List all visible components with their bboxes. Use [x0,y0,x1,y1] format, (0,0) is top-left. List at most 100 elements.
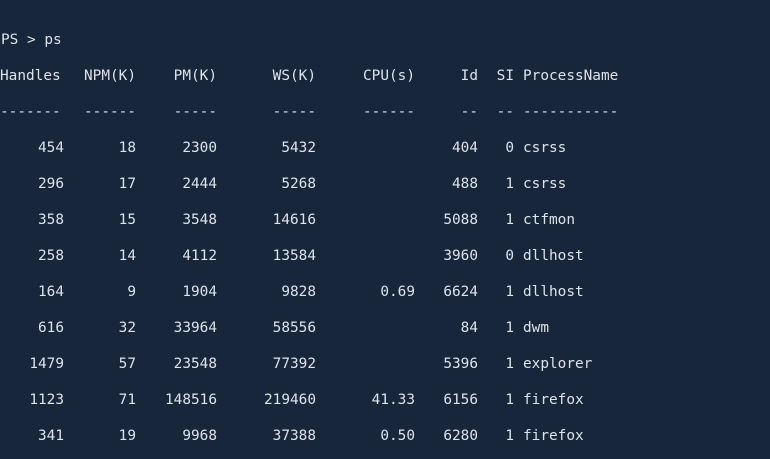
cell-pm: 23548 [173,356,217,372]
cell-id: 84 [460,320,478,336]
cell-id: 6280 [443,428,478,444]
separator: ------ [363,104,415,120]
cell-si: 1 [505,212,514,228]
cell-processname: dwm [523,320,549,336]
cell-ws: 37388 [272,428,316,444]
cell-ws: 77392 [272,356,316,372]
cell-cpu: 0.69 [380,284,415,300]
header-ws: WS(K) [272,68,316,84]
table-row: 616 32 33964 58556 84 1 dwm [0,318,770,338]
header-id: Id [460,68,478,84]
cell-pm: 1904 [182,284,217,300]
table-row: 454 18 2300 5432 404 0 csrss [0,138,770,158]
cell-npm: 32 [118,320,136,336]
table-row: 258 14 4112 13584 3960 0 dllhost [0,246,770,266]
cell-pm: 2444 [182,176,217,192]
header-npm: NPM(K) [84,68,136,84]
table-separator-row: ------- ------ ----- ----- ------ -- -- … [0,102,770,122]
cell-si: 1 [505,356,514,372]
cell-id: 6156 [443,392,478,408]
cell-si: 0 [505,248,514,264]
cell-processname: csrss [523,140,567,156]
cell-processname: dllhost [523,284,584,300]
cell-ws: 5268 [281,176,316,192]
table-row: 1479 57 23548 77392 5396 1 explorer [0,354,770,374]
separator: ----- [272,104,316,120]
cell-cpu [340,246,415,266]
header-si: SI [496,68,514,84]
table-header-row: Handles NPM(K) PM(K) WS(K) CPU(s) Id SI … [0,66,770,86]
cell-processname: csrss [523,176,567,192]
cell-cpu: 0.50 [380,428,415,444]
cell-npm: 71 [118,392,136,408]
cell-si: 0 [505,140,514,156]
table-row: 164 9 1904 9828 0.69 6624 1 dllhost [0,282,770,302]
cell-id: 3960 [443,248,478,264]
cell-npm: 57 [118,356,136,372]
cell-handles: 296 [38,176,64,192]
separator: ----------- [523,104,619,120]
cell-pm: 9968 [182,428,217,444]
cell-id: 6624 [443,284,478,300]
cell-si: 1 [505,284,514,300]
cell-pm: 148516 [165,392,217,408]
cell-ws: 5432 [281,140,316,156]
table-row: 296 17 2444 5268 488 1 csrss [0,174,770,194]
cell-si: 1 [505,392,514,408]
header-pm: PM(K) [173,68,217,84]
cell-npm: 9 [127,284,136,300]
cell-cpu [340,354,415,374]
cell-processname: firefox [523,392,584,408]
cell-ws: 9828 [281,284,316,300]
cell-handles: 258 [38,248,64,264]
cell-pm: 4112 [182,248,217,264]
prompt-text: PS > ps [1,32,62,48]
cell-si: 1 [505,428,514,444]
header-cpu: CPU(s) [363,68,415,84]
cell-ws: 219460 [264,392,316,408]
header-handles: Handles [0,68,61,84]
cell-processname: dllhost [523,248,584,264]
cell-handles: 164 [38,284,64,300]
cell-processname: firefox [523,428,584,444]
command-line: PS > ps [0,30,770,50]
cell-cpu: 41.33 [371,392,415,408]
cell-id: 5396 [443,356,478,372]
table-row: 341 19 9968 37388 0.50 6280 1 firefox [0,426,770,446]
cell-npm: 14 [118,248,136,264]
cell-id: 488 [452,176,478,192]
cell-npm: 17 [118,176,136,192]
cell-pm: 3548 [182,212,217,228]
cell-npm: 19 [118,428,136,444]
header-processname: ProcessName [523,68,619,84]
cell-processname: ctfmon [523,212,575,228]
cell-cpu [340,174,415,194]
cell-handles: 454 [38,140,64,156]
cell-id: 404 [452,140,478,156]
separator: ----- [173,104,217,120]
cell-si: 1 [505,320,514,336]
cell-ws: 14616 [272,212,316,228]
separator: -- [460,104,478,120]
table-row: 358 15 3548 14616 5088 1 ctfmon [0,210,770,230]
cell-id: 5088 [443,212,478,228]
cell-cpu [340,210,415,230]
cell-npm: 15 [118,212,136,228]
cell-ws: 58556 [272,320,316,336]
table-row: 1123 71 148516 219460 41.33 6156 1 firef… [0,390,770,410]
cell-processname: explorer [523,356,593,372]
cell-ws: 13584 [272,248,316,264]
cell-handles: 1479 [29,356,64,372]
cell-cpu [340,138,415,158]
cell-handles: 1123 [29,392,64,408]
separator: ------- [0,104,61,120]
cell-npm: 18 [118,140,136,156]
terminal-window[interactable]: PS > ps Handles NPM(K) PM(K) WS(K) CPU(s… [0,0,770,459]
separator: ------ [84,104,136,120]
cell-pm: 33964 [173,320,217,336]
cell-handles: 616 [38,320,64,336]
cell-pm: 2300 [182,140,217,156]
cell-handles: 341 [38,428,64,444]
cell-handles: 358 [38,212,64,228]
cell-cpu [340,318,415,338]
